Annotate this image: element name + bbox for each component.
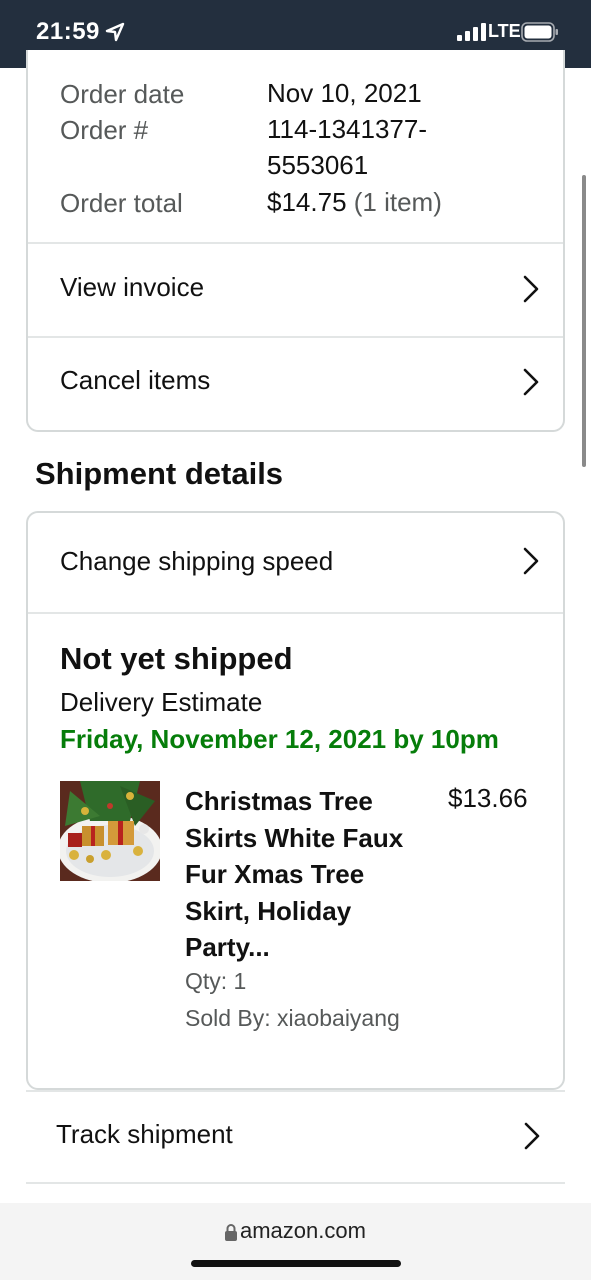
order-date-value: Nov 10, 2021 [267,78,422,108]
order-summary-card: Order date Nov 10, 2021 Order # 114-1341… [26,50,565,432]
status-time: 21:59 [36,18,100,45]
sold-by: Sold By: xiaobaiyang [185,1005,400,1031]
product-title[interactable]: Christmas Tree Skirts White Faux Fur Xma… [185,783,425,966]
track-shipment-label: Track shipment [56,1119,233,1149]
chevron-right-icon [524,1122,540,1150]
product-title-line: Fur Xmas Tree [185,859,365,889]
location-arrow-icon [105,22,125,42]
order-total-amount: $14.75 [267,187,347,217]
chevron-right-icon [523,547,539,575]
change-shipping-speed-label: Change shipping speed [60,546,334,576]
shipment-status: Not yet shipped [60,641,293,676]
product-title-line: Party... [185,932,270,962]
signal-icon [457,23,486,41]
home-indicator[interactable] [191,1260,401,1267]
view-invoice-row[interactable]: View invoice [28,244,563,336]
order-number-value-line2: 5553061 [267,150,369,180]
shipment-details-heading: Shipment details [35,456,284,491]
change-shipping-speed-row[interactable]: Change shipping speed [28,513,563,612]
product-image[interactable] [60,781,160,881]
product-price: $13.66 [448,783,528,813]
product-title-line: Skirts White Faux [185,822,404,853]
cancel-items-row[interactable]: Cancel items [28,338,563,430]
product-quantity: Qty: 1 [185,968,247,994]
cancel-items-label: Cancel items [60,365,211,395]
scrollbar[interactable] [582,175,586,467]
chevron-right-icon [523,275,539,303]
url-text[interactable]: amazon.com [240,1218,366,1244]
order-item-count: (1 item) [346,187,442,217]
delivery-estimate-label: Delivery Estimate [60,687,263,717]
order-number-value-line1: 114-1341377- [267,114,427,144]
delivery-date: Friday, November 12, 2021 by 10pm [60,724,499,754]
battery-icon [521,22,558,42]
order-total-value: $14.75 (1 item) [267,184,442,220]
view-invoice-label: View invoice [60,272,205,302]
order-number-label: Order # [60,115,149,145]
lock-icon [225,1224,237,1241]
chevron-right-icon [523,368,539,396]
network-type: LTE [488,21,521,41]
track-shipment-row[interactable]: Track shipment [26,1090,565,1184]
product-title-line: Skirt, Holiday [185,895,352,926]
product-title-line: Christmas Tree [185,786,373,816]
shipment-card: Change shipping speed Not yet shipped De… [26,511,565,1090]
order-date-label: Order date [60,79,185,109]
order-total-label: Order total [60,188,183,218]
divider [28,612,563,614]
